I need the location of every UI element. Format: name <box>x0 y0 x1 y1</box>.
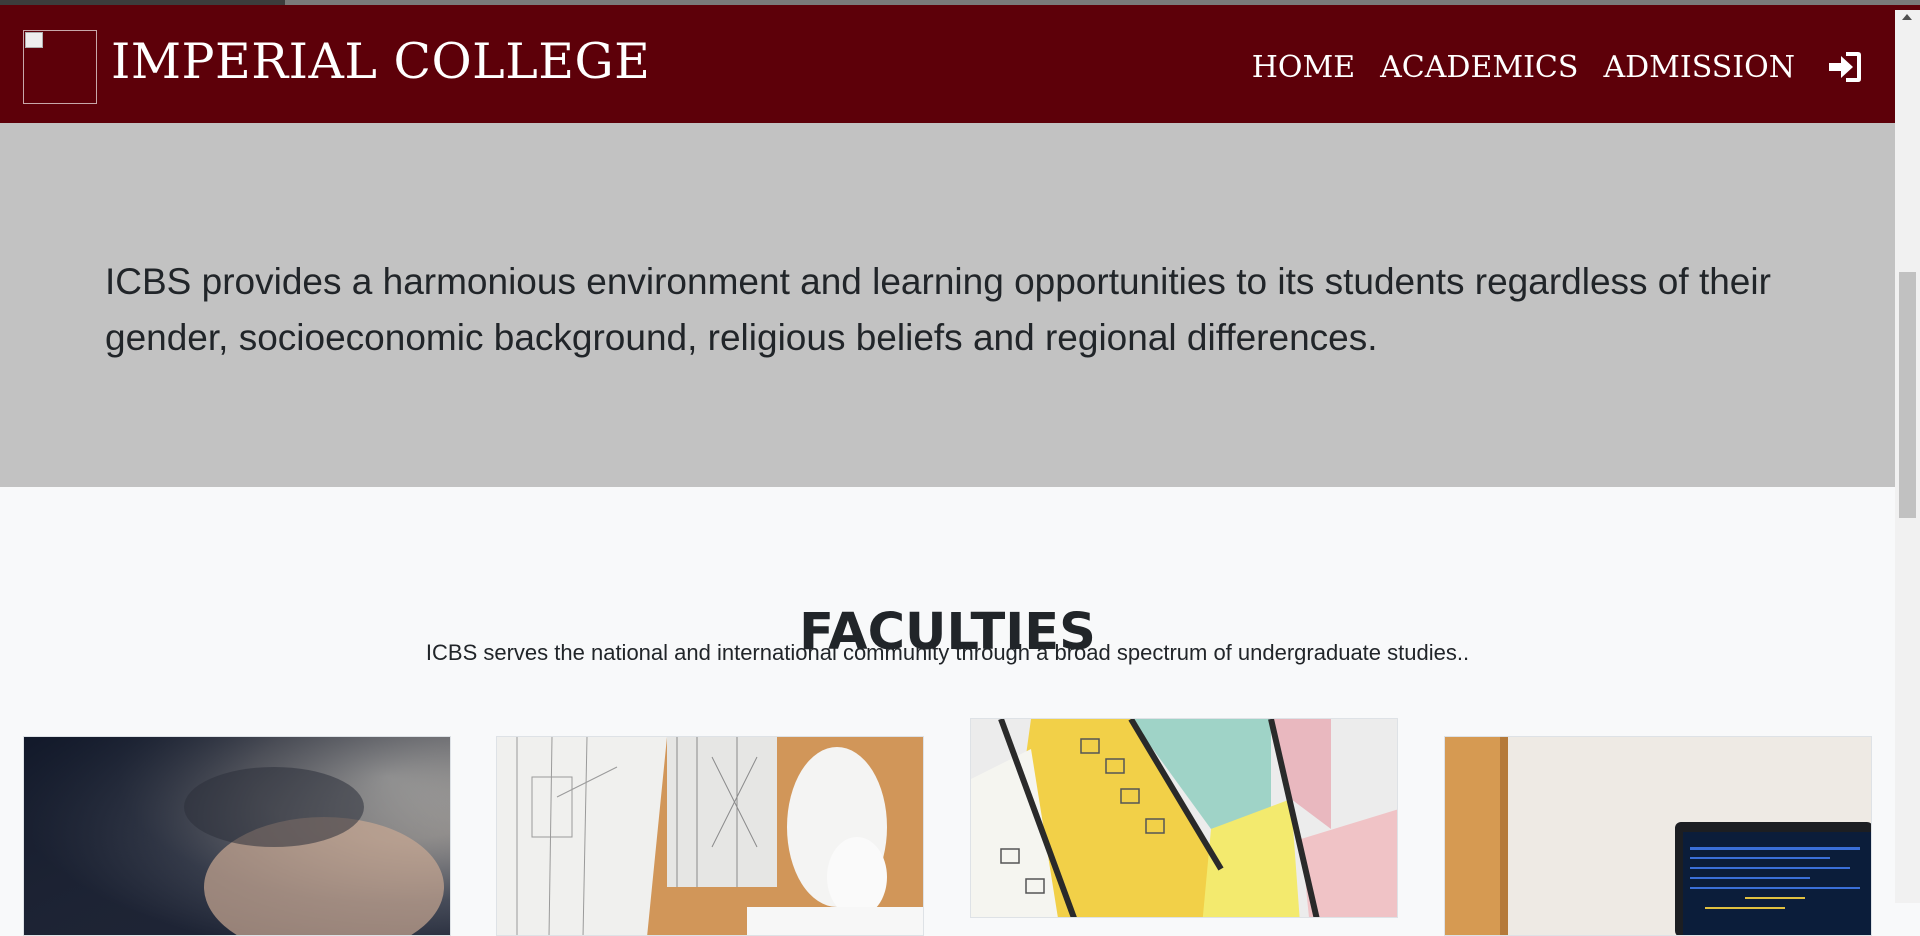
nav-links: HOME ACADEMICS ADMISSION <box>1252 47 1865 87</box>
nav-academics[interactable]: ACADEMICS <box>1380 50 1578 85</box>
page-scrollbar[interactable] <box>1895 10 1920 903</box>
browser-top-strip <box>0 0 1920 10</box>
faculty-card-4-image[interactable] <box>1444 736 1872 936</box>
nav-admission[interactable]: ADMISSION <box>1603 50 1795 85</box>
faculty-card-3-image[interactable] <box>970 718 1398 918</box>
hero-text: ICBS provides a harmonious environment a… <box>105 261 1771 358</box>
scroll-thumb[interactable] <box>1899 272 1916 518</box>
hero-banner: ICBS provides a harmonious environment a… <box>0 123 1895 487</box>
sign-in-icon[interactable] <box>1825 47 1865 87</box>
nav-home[interactable]: HOME <box>1252 50 1355 85</box>
navbar: IMPERIAL COLLEGE HOME ACADEMICS ADMISSIO… <box>0 10 1895 123</box>
browser-scroll-track <box>0 0 1920 5</box>
faculties-subtitle: ICBS serves the national and internation… <box>425 640 1470 665</box>
college-logo-broken-image[interactable] <box>23 30 97 104</box>
brand-title[interactable]: IMPERIAL COLLEGE <box>111 33 650 90</box>
broken-image-icon <box>25 32 43 48</box>
browser-scroll-thumb[interactable] <box>285 0 1920 5</box>
faculty-card-2-image[interactable] <box>496 736 924 936</box>
faculty-card-1-image[interactable] <box>23 736 451 936</box>
scroll-up-arrow-icon[interactable] <box>1902 14 1912 20</box>
